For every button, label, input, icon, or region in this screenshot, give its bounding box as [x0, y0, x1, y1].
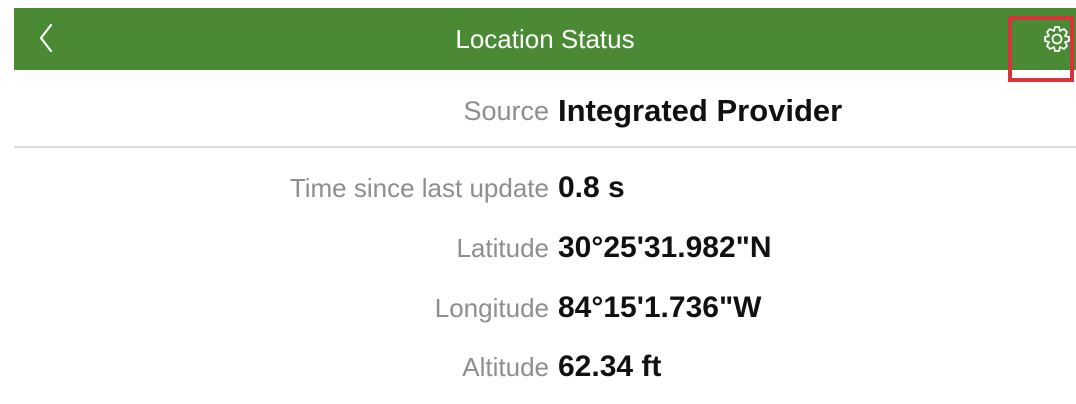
page-title: Location Status	[455, 24, 635, 54]
navigation-bar: Location Status	[14, 8, 1076, 70]
chevron-left-icon	[39, 23, 53, 53]
gear-icon	[1044, 26, 1070, 52]
time-since-update-row: Time since last update 0.8 s	[0, 163, 1076, 213]
source-value: Integrated Provider	[558, 93, 843, 128]
latitude-label: Latitude	[456, 233, 549, 263]
longitude-value: 84°15'1.736"W	[558, 291, 762, 324]
back-button[interactable]	[34, 18, 58, 58]
source-row: Source Integrated Provider	[0, 86, 1076, 136]
time-since-update-value: 0.8 s	[558, 171, 625, 204]
altitude-label: Altitude	[462, 352, 549, 382]
altitude-row: Altitude 62.34 ft	[0, 342, 1076, 392]
longitude-label: Longitude	[434, 293, 549, 323]
longitude-row: Longitude 84°15'1.736"W	[0, 283, 1076, 333]
settings-button[interactable]	[1040, 21, 1074, 57]
time-since-update-label: Time since last update	[289, 173, 549, 203]
location-status-screen: Location Status Source Integrated Provid…	[0, 0, 1076, 404]
latitude-row: Latitude 30°25'31.982"N	[0, 223, 1076, 273]
latitude-value: 30°25'31.982"N	[558, 231, 772, 264]
altitude-value: 62.34 ft	[558, 350, 662, 383]
section-divider	[14, 146, 1076, 148]
source-label: Source	[463, 96, 549, 126]
